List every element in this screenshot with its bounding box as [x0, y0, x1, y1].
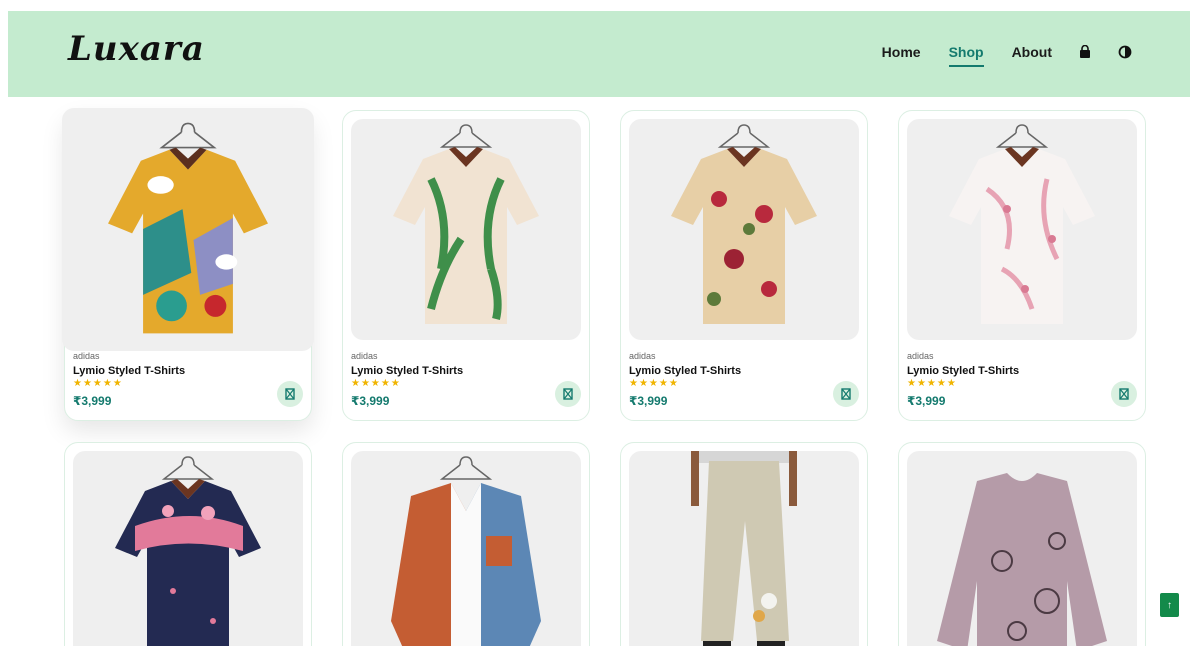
- site-header: Luxara Home Shop About: [8, 11, 1190, 97]
- rating-stars: ★★★★★: [629, 378, 679, 389]
- shirt-graphic: [949, 124, 1095, 324]
- product-brand: adidas: [351, 351, 378, 361]
- product-price: ₹3,999: [629, 394, 668, 408]
- main-nav: Home Shop About: [854, 44, 1132, 67]
- jacket-graphic: [391, 456, 541, 646]
- product-image[interactable]: [351, 119, 581, 340]
- product-title[interactable]: Lymio Styled T-Shirts: [629, 365, 741, 377]
- shirt-graphic: [393, 124, 539, 324]
- rating-stars: ★★★★★: [73, 378, 123, 389]
- product-price: ₹3,999: [351, 394, 390, 408]
- product-card[interactable]: adidas Lymio Styled T-Shirts ★★★★★ ₹3,99…: [898, 110, 1146, 421]
- shirt-graphic: [671, 124, 817, 324]
- add-to-cart-button[interactable]: [1111, 381, 1137, 407]
- product-card[interactable]: [898, 442, 1146, 646]
- product-image[interactable]: [629, 119, 859, 340]
- cart-icon: [563, 388, 573, 400]
- product-card[interactable]: [342, 442, 590, 646]
- arrow-up-icon: ↑: [1167, 599, 1172, 611]
- product-card[interactable]: [64, 442, 312, 646]
- logo[interactable]: Luxara: [68, 29, 205, 69]
- blouse-graphic: [937, 473, 1107, 646]
- scroll-to-top-button[interactable]: ↑: [1160, 593, 1179, 617]
- cart-icon: [285, 388, 295, 400]
- add-to-cart-button[interactable]: [555, 381, 581, 407]
- product-brand: adidas: [907, 351, 934, 361]
- product-card[interactable]: [620, 442, 868, 646]
- shopping-bag-icon[interactable]: [1078, 44, 1092, 59]
- rating-stars: ★★★★★: [907, 378, 957, 389]
- product-title[interactable]: Lymio Styled T-Shirts: [73, 365, 185, 377]
- shirt-graphic: [115, 456, 261, 646]
- shirt-graphic: [108, 122, 268, 334]
- product-image[interactable]: [907, 451, 1137, 646]
- product-card[interactable]: adidas Lymio Styled T-Shirts ★★★★★ ₹3,99…: [620, 110, 868, 421]
- product-image[interactable]: [62, 108, 314, 351]
- add-to-cart-button[interactable]: [833, 381, 859, 407]
- nav-home[interactable]: Home: [882, 44, 921, 60]
- nav-about[interactable]: About: [1012, 44, 1052, 60]
- product-price: ₹3,999: [907, 394, 946, 408]
- product-image[interactable]: [73, 451, 303, 646]
- product-image[interactable]: [907, 119, 1137, 340]
- theme-toggle-icon[interactable]: [1118, 45, 1132, 59]
- product-title[interactable]: Lymio Styled T-Shirts: [907, 365, 1019, 377]
- product-image[interactable]: [629, 451, 859, 646]
- product-brand: adidas: [73, 351, 100, 361]
- cart-icon: [841, 388, 851, 400]
- product-price: ₹3,999: [73, 394, 112, 408]
- add-to-cart-button[interactable]: [277, 381, 303, 407]
- product-card[interactable]: adidas Lymio Styled T-Shirts ★★★★★ ₹3,99…: [62, 108, 314, 421]
- rating-stars: ★★★★★: [351, 378, 401, 389]
- nav-shop[interactable]: Shop: [948, 44, 984, 67]
- product-card[interactable]: adidas Lymio Styled T-Shirts ★★★★★ ₹3,99…: [342, 110, 590, 421]
- cart-icon: [1119, 388, 1129, 400]
- product-image[interactable]: [351, 451, 581, 646]
- pants-graphic: [691, 451, 797, 646]
- product-title[interactable]: Lymio Styled T-Shirts: [351, 365, 463, 377]
- product-brand: adidas: [629, 351, 656, 361]
